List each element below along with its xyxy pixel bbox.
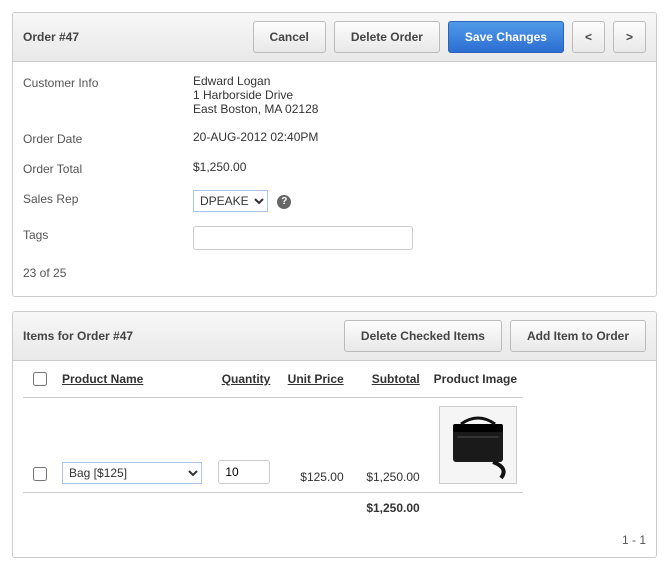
order-actions: Cancel Delete Order Save Changes < > — [253, 21, 646, 53]
order-total-value: $1,250.00 — [193, 160, 246, 174]
row-check[interactable] — [33, 467, 47, 481]
row-check-cell — [23, 398, 56, 493]
order-title: Order #47 — [23, 30, 79, 44]
row-image-cell — [426, 398, 523, 493]
delete-checked-button[interactable]: Delete Checked Items — [344, 320, 502, 352]
order-total-label: Order Total — [23, 160, 193, 176]
grand-total: $1,250.00 — [350, 493, 426, 524]
order-date-row: Order Date 20-AUG-2012 02:40PM — [23, 130, 646, 146]
col-qty[interactable]: Quantity — [208, 361, 276, 398]
row-qty-cell — [208, 398, 276, 493]
product-select[interactable]: Bag [$125] — [62, 462, 202, 484]
add-item-button[interactable]: Add Item to Order — [510, 320, 646, 352]
check-all[interactable] — [33, 372, 47, 386]
sales-rep-row: Sales Rep DPEAKE ? — [23, 190, 646, 212]
row-subtotal: $1,250.00 — [350, 398, 426, 493]
sales-rep-select[interactable]: DPEAKE — [193, 190, 268, 212]
sales-rep-value: DPEAKE ? — [193, 190, 291, 212]
customer-addr2: East Boston, MA 02128 — [193, 102, 318, 116]
items-header: Items for Order #47 Delete Checked Items… — [13, 312, 656, 361]
customer-name: Edward Logan — [193, 74, 318, 88]
order-date-value: 20-AUG-2012 02:40PM — [193, 130, 318, 144]
order-body: Customer Info Edward Logan 1 Harborside … — [13, 62, 656, 296]
customer-row: Customer Info Edward Logan 1 Harborside … — [23, 74, 646, 116]
items-panel: Items for Order #47 Delete Checked Items… — [12, 311, 657, 558]
items-table: Product Name Quantity Unit Price Subtota… — [23, 361, 523, 523]
items-title: Items for Order #47 — [23, 329, 133, 343]
delete-order-button[interactable]: Delete Order — [334, 21, 440, 53]
tags-label: Tags — [23, 226, 193, 242]
prev-order-button[interactable]: < — [572, 21, 605, 53]
col-check — [23, 361, 56, 398]
order-date-label: Order Date — [23, 130, 193, 146]
pager: 1 - 1 — [13, 529, 656, 557]
bag-icon — [443, 410, 513, 480]
order-total-row: Order Total $1,250.00 — [23, 160, 646, 176]
tags-row: Tags — [23, 226, 646, 250]
col-product[interactable]: Product Name — [56, 361, 208, 398]
cancel-button[interactable]: Cancel — [253, 21, 326, 53]
items-table-wrap: Product Name Quantity Unit Price Subtota… — [13, 361, 656, 529]
save-changes-button[interactable]: Save Changes — [448, 21, 564, 53]
next-order-button[interactable]: > — [613, 21, 646, 53]
total-row: $1,250.00 — [23, 493, 523, 524]
row-product-cell: Bag [$125] — [56, 398, 208, 493]
customer-value: Edward Logan 1 Harborside Drive East Bos… — [193, 74, 318, 116]
customer-label: Customer Info — [23, 74, 193, 90]
order-panel: Order #47 Cancel Delete Order Save Chang… — [12, 12, 657, 297]
customer-addr1: 1 Harborside Drive — [193, 88, 318, 102]
help-icon[interactable]: ? — [277, 195, 291, 209]
col-subtotal[interactable]: Subtotal — [350, 361, 426, 398]
items-actions: Delete Checked Items Add Item to Order — [344, 320, 646, 352]
record-count: 23 of 25 — [23, 264, 646, 286]
items-header-row: Product Name Quantity Unit Price Subtota… — [23, 361, 523, 398]
tags-input[interactable] — [193, 226, 413, 250]
table-row: Bag [$125] $125.00 $1,250.00 — [23, 398, 523, 493]
col-unit[interactable]: Unit Price — [276, 361, 349, 398]
row-unit: $125.00 — [276, 398, 349, 493]
col-image: Product Image — [426, 361, 523, 398]
order-header: Order #47 Cancel Delete Order Save Chang… — [13, 13, 656, 62]
qty-input[interactable] — [218, 460, 270, 484]
sales-rep-label: Sales Rep — [23, 190, 193, 206]
product-image — [439, 406, 517, 484]
tags-value — [193, 226, 413, 250]
